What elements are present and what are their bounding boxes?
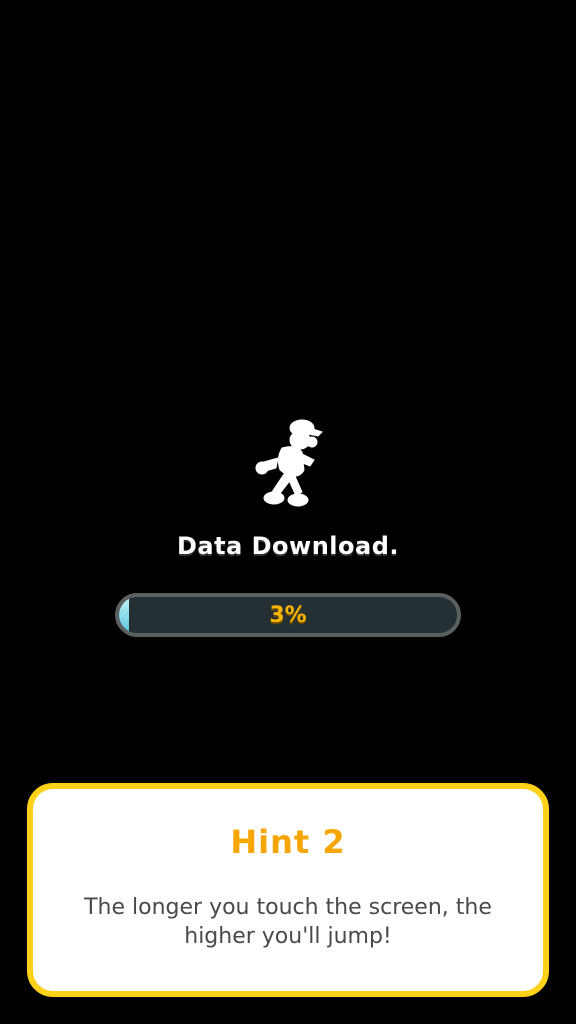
hint-title: Hint 2 <box>230 823 346 861</box>
loading-screen: Data Download. 3% Hint 2 The longer you … <box>0 0 576 1024</box>
download-title: Data Download. <box>176 532 399 560</box>
progress-percent-label: 3% <box>269 602 307 628</box>
download-progress-bar: 3% <box>115 593 461 637</box>
hint-text: The longer you touch the screen, the hig… <box>84 895 492 949</box>
hint-card: Hint 2 The longer you touch the screen, … <box>27 783 549 997</box>
running-character-silhouette-icon <box>255 419 323 507</box>
